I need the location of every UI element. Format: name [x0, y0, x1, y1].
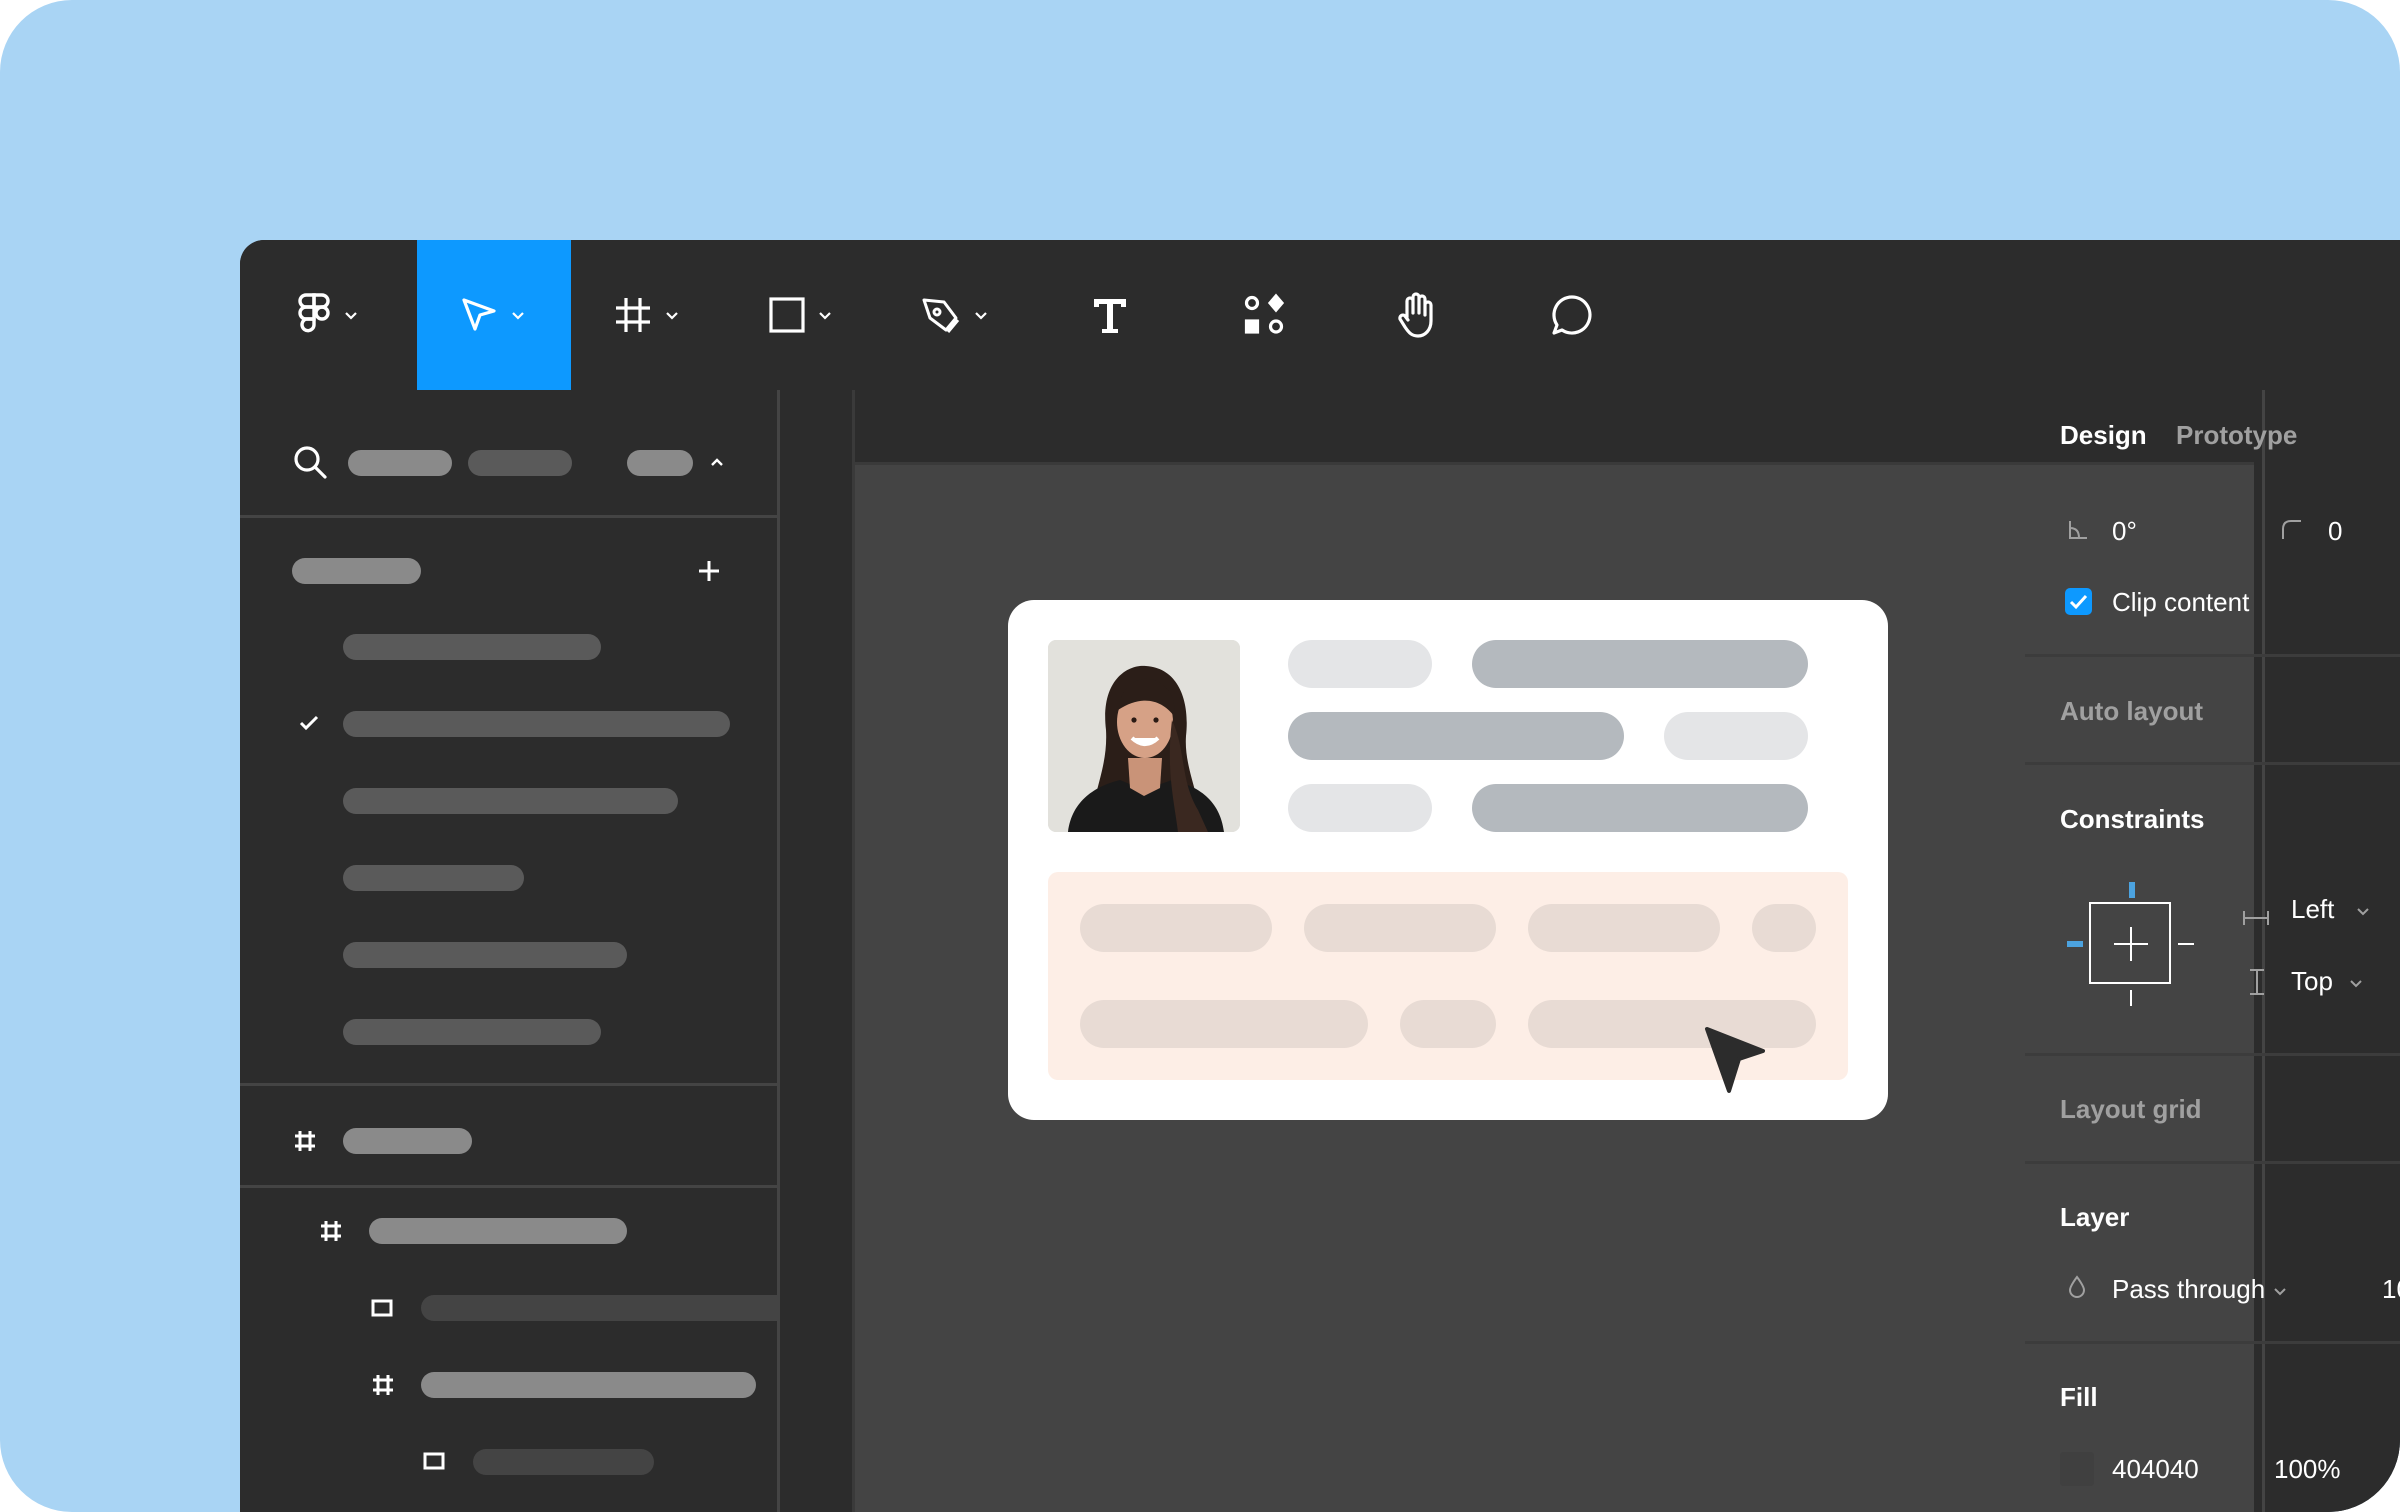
fill-color-swatch[interactable]: [2060, 1452, 2094, 1486]
corner-radius-value[interactable]: 0: [2328, 516, 2342, 547]
hand-tool-button[interactable]: [1341, 240, 1495, 390]
placeholder-bar: [1528, 1000, 1816, 1048]
rotation-value[interactable]: 0°: [2112, 516, 2137, 547]
layer-row-frame[interactable]: [421, 1372, 756, 1398]
placeholder-bar: [1080, 1000, 1368, 1048]
placeholder-bar: [1400, 1000, 1496, 1048]
placeholder-bar: [1664, 712, 1808, 760]
page-list-item[interactable]: [343, 1019, 601, 1045]
frame-tool-button[interactable]: [571, 240, 725, 390]
horizontal-constraint-icon: [2243, 911, 2269, 925]
horizontal-constraint-select[interactable]: Left: [2291, 894, 2334, 925]
rotation-icon: [2069, 521, 2087, 539]
chevron-down-icon: [2350, 980, 2362, 988]
frame-icon: [373, 1375, 393, 1395]
chevron-down-icon: [975, 312, 987, 320]
rectangle-icon: [423, 1452, 445, 1470]
constraint-left-indicator[interactable]: [2067, 941, 2083, 947]
design-panel-content: Design Prototype 0° 0 Clip content Auto …: [2025, 390, 2400, 1512]
resources-tool-button[interactable]: [1187, 240, 1341, 390]
page-list-item[interactable]: [343, 942, 627, 968]
pointer-icon: [462, 298, 496, 331]
auto-layout-label[interactable]: Auto layout: [2060, 696, 2203, 727]
comment-tool-button[interactable]: [1495, 240, 1649, 390]
constraints-widget[interactable]: [2060, 873, 2200, 1013]
figma-logo-icon: [297, 293, 330, 333]
constraint-top-indicator[interactable]: [2129, 882, 2135, 898]
move-tool-button[interactable]: [417, 240, 571, 390]
main-menu-button[interactable]: [240, 240, 417, 390]
plus-icon[interactable]: [694, 556, 724, 586]
chevron-down-icon: [666, 312, 678, 320]
comment-icon: [1552, 295, 1592, 335]
placeholder-bar: [1288, 784, 1432, 832]
chevron-down-icon: [819, 312, 831, 320]
placeholder-bar: [1304, 904, 1496, 952]
placeholder-bar: [1080, 904, 1272, 952]
placeholder-bar: [1472, 640, 1808, 688]
resources-icon: [1244, 293, 1285, 334]
placeholder-bar: [1528, 904, 1720, 952]
page-list-item[interactable]: [343, 865, 524, 891]
placeholder-bar: [1288, 712, 1624, 760]
toolbar: [240, 240, 2400, 390]
mouse-cursor-icon: [1705, 1027, 1765, 1093]
fill-hex-input[interactable]: 404040: [2112, 1454, 2199, 1485]
fill-opacity-input[interactable]: 100%: [2274, 1454, 2341, 1485]
check-icon: [2069, 594, 2088, 610]
placeholder-bar: [1752, 904, 1816, 952]
layers-section-label: [343, 1128, 472, 1154]
vertical-constraint-select[interactable]: Top: [2291, 966, 2333, 997]
search-icon[interactable]: [292, 444, 328, 480]
pen-icon: [922, 298, 960, 333]
frame-icon: [321, 1221, 341, 1241]
blend-mode-select[interactable]: Pass through: [2112, 1274, 2265, 1305]
tab-prototype[interactable]: Prototype: [2176, 420, 2297, 451]
rectangle-icon: [769, 297, 805, 333]
hand-icon: [1398, 292, 1433, 338]
pen-tool-button[interactable]: [879, 240, 1033, 390]
chevron-down-icon: [2274, 1288, 2286, 1296]
corner-radius-icon: [2282, 520, 2301, 539]
layers-panel: [240, 390, 791, 1512]
chevron-up-icon[interactable]: [708, 454, 726, 472]
blend-mode-icon: [2068, 1275, 2086, 1298]
text-tool-button[interactable]: [1033, 240, 1187, 390]
shape-tool-button[interactable]: [725, 240, 879, 390]
layer-row-rectangle[interactable]: [421, 1295, 791, 1321]
tab-design[interactable]: Design: [2060, 420, 2147, 451]
layout-grid-label[interactable]: Layout grid: [2060, 1094, 2202, 1125]
vertical-constraint-icon: [2250, 969, 2264, 995]
constraints-title: Constraints: [2060, 804, 2205, 834]
frame-icon: [295, 1131, 315, 1151]
page-list-item-selected[interactable]: [343, 711, 730, 737]
page-selector-bar[interactable]: [627, 450, 693, 476]
layer-opacity-value[interactable]: 10: [2382, 1274, 2400, 1305]
text-icon: [1094, 299, 1126, 333]
layer-title: Layer: [2060, 1202, 2130, 1232]
clip-content-label: Clip content: [2112, 587, 2250, 617]
chevron-down-icon: [344, 312, 357, 320]
page-list-item[interactable]: [343, 788, 678, 814]
chevron-down-icon: [512, 312, 524, 320]
layer-row-frame[interactable]: [369, 1218, 627, 1244]
pages-section-label: [292, 558, 421, 584]
frame-icon: [616, 298, 650, 332]
clip-content-checkbox[interactable]: [2065, 588, 2092, 615]
profile-card[interactable]: [1008, 600, 1888, 1120]
placeholder-bar: [1472, 784, 1808, 832]
layer-row-rectangle[interactable]: [473, 1449, 654, 1475]
fill-title: Fill: [2060, 1382, 2098, 1412]
placeholder-bar: [1288, 640, 1432, 688]
page-list-item[interactable]: [343, 634, 601, 660]
rectangle-icon: [371, 1299, 393, 1317]
profile-photo: [1048, 640, 1240, 832]
chevron-down-icon: [2357, 908, 2369, 916]
left-ruler: [780, 390, 855, 1512]
check-icon: [299, 715, 319, 731]
backdrop: Design Prototype 0° 0 Clip content Auto …: [0, 0, 2400, 1512]
search-placeholder-bar: [468, 450, 572, 476]
search-placeholder-bar: [348, 450, 452, 476]
